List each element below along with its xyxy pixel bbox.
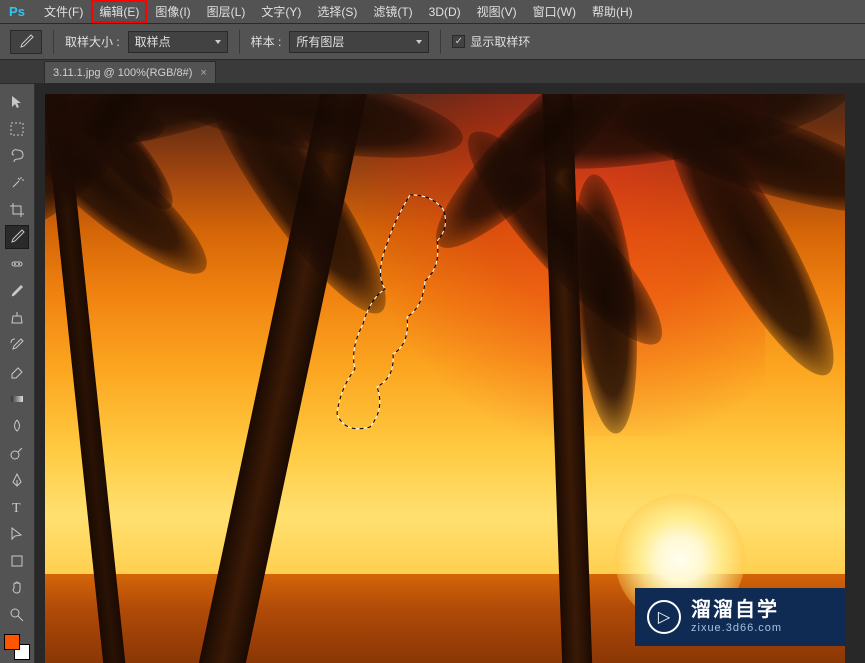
options-bar: 取样大小 : 取样点 样本 : 所有图层 ✓ 显示取样环 [0,24,865,60]
blur-tool[interactable] [5,414,29,438]
menu-select[interactable]: 选择(S) [309,0,365,23]
magic-wand-tool[interactable] [5,171,29,195]
spot-heal-tool[interactable] [5,252,29,276]
close-icon[interactable]: × [200,67,206,79]
sample-size-dropdown[interactable]: 取样点 [128,31,228,53]
menu-edit[interactable]: 编辑(E) [91,0,147,23]
watermark: ▷ 溜溜自学 zixue.3d66.com [635,588,845,646]
menu-layer[interactable]: 图层(L) [199,0,254,23]
menu-image[interactable]: 图像(I) [147,0,198,23]
menu-filter[interactable]: 滤镜(T) [365,0,420,23]
shape-tool[interactable] [5,549,29,573]
menu-window[interactable]: 窗口(W) [525,0,584,23]
canvas-area[interactable]: ▷ 溜溜自学 zixue.3d66.com [35,84,865,663]
eraser-tool[interactable] [5,360,29,384]
app-logo: Ps [6,3,28,21]
gradient-tool[interactable] [5,387,29,411]
canvas-image[interactable]: ▷ 溜溜自学 zixue.3d66.com [45,94,845,663]
tools-panel: T [0,84,35,663]
sample-label: 样本 : [251,33,282,50]
type-tool[interactable]: T [5,495,29,519]
checkbox-icon[interactable]: ✓ [452,35,465,48]
eyedropper-tool[interactable] [5,225,29,249]
watermark-text: 溜溜自学 zixue.3d66.com [691,598,782,635]
sample-size-value: 取样点 [135,33,171,50]
path-select-tool[interactable] [5,522,29,546]
current-tool-icon[interactable] [10,30,42,54]
chevron-down-icon [215,40,221,44]
divider [53,30,54,54]
sample-value: 所有图层 [296,33,344,50]
marquee-tool[interactable] [5,117,29,141]
chevron-down-icon [416,40,422,44]
crop-tool[interactable] [5,198,29,222]
document-tab-label: 3.11.1.jpg @ 100%(RGB/8#) [53,67,192,79]
color-swatches[interactable] [4,634,30,660]
menu-3d[interactable]: 3D(D) [421,2,469,22]
clone-stamp-tool[interactable] [5,306,29,330]
history-brush-tool[interactable] [5,333,29,357]
show-ring-label: 显示取样环 [470,33,530,50]
document-tab-bar: 3.11.1.jpg @ 100%(RGB/8#) × [0,60,865,84]
watermark-title: 溜溜自学 [691,598,782,622]
dodge-tool[interactable] [5,441,29,465]
main-area: T [0,84,865,663]
brush-tool[interactable] [5,279,29,303]
marquee-selection [315,189,495,439]
menu-help[interactable]: 帮助(H) [584,0,641,23]
menu-file[interactable]: 文件(F) [36,0,91,23]
menu-view[interactable]: 视图(V) [469,0,525,23]
zoom-tool[interactable] [5,603,29,627]
lasso-tool[interactable] [5,144,29,168]
svg-text:T: T [12,501,21,515]
sample-size-label: 取样大小 : [65,33,120,50]
divider [440,30,441,54]
menubar: Ps 文件(F) 编辑(E) 图像(I) 图层(L) 文字(Y) 选择(S) 滤… [0,0,865,24]
eyedropper-icon [18,34,34,50]
move-tool[interactable] [5,90,29,114]
show-sample-ring-option[interactable]: ✓ 显示取样环 [452,33,530,50]
divider [239,30,240,54]
play-icon: ▷ [647,600,681,634]
menu-type[interactable]: 文字(Y) [253,0,309,23]
hand-tool[interactable] [5,576,29,600]
pen-tool[interactable] [5,468,29,492]
sample-dropdown[interactable]: 所有图层 [289,31,429,53]
foreground-color-swatch[interactable] [4,634,20,650]
watermark-subtitle: zixue.3d66.com [691,622,782,635]
document-tab[interactable]: 3.11.1.jpg @ 100%(RGB/8#) × [44,61,216,83]
